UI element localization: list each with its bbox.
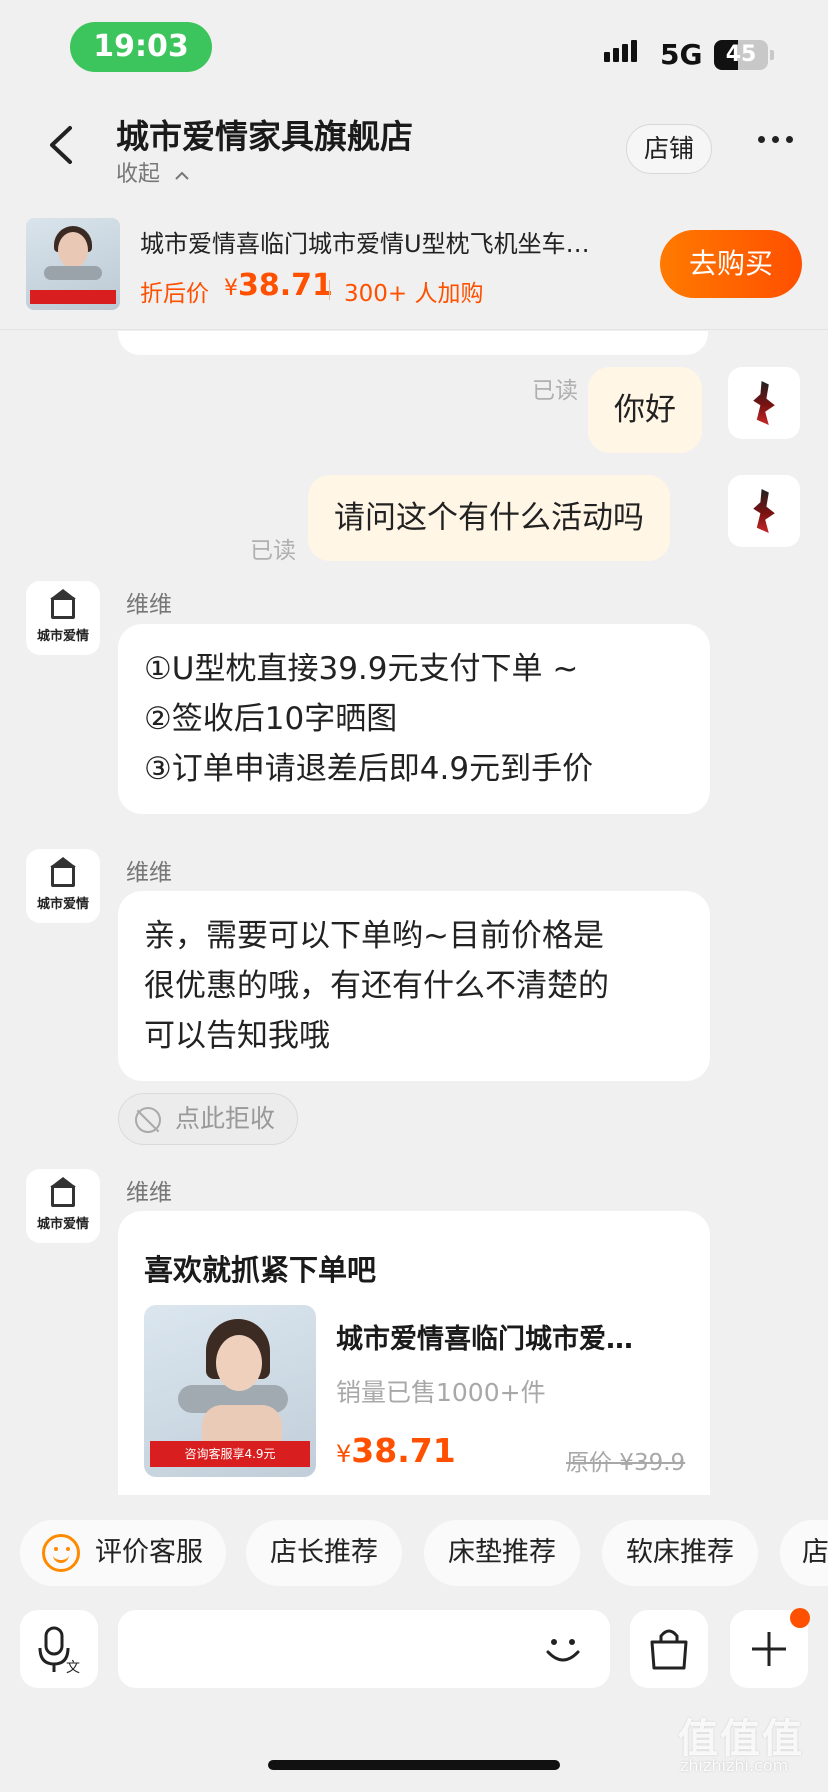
- cart-count: 300+ 人加购: [344, 281, 484, 307]
- shop-button[interactable]: 店铺: [626, 124, 712, 174]
- quick-reply-soft-bed[interactable]: 软床推荐: [602, 1520, 758, 1586]
- status-bar: 19:03 5G 45: [0, 0, 828, 96]
- message-line: 可以告知我哦: [144, 1018, 330, 1054]
- signal-icon: [604, 40, 637, 62]
- agent-name: 维维: [126, 1180, 172, 1206]
- price-label: 折后价: [140, 281, 209, 307]
- back-icon[interactable]: [40, 120, 84, 170]
- home-indicator[interactable]: [268, 1760, 560, 1770]
- agent-brand: 城市爱情: [36, 629, 89, 644]
- battery-icon: 45: [714, 40, 768, 70]
- product-name: 城市爱情喜临门城市爱情U型枕飞机坐车…: [140, 230, 590, 258]
- price-value: 38.71: [238, 268, 333, 303]
- user-avatar[interactable]: [728, 367, 800, 439]
- watermark-url: zhizhizhi.com: [680, 1756, 789, 1775]
- quick-replies: 评价客服 店长推荐 床垫推荐 软床推荐 店: [0, 1520, 828, 1586]
- chip-label: 评价客服: [95, 1537, 203, 1568]
- more-icon[interactable]: [758, 136, 793, 143]
- quick-reply-manager-picks[interactable]: 店长推荐: [246, 1520, 402, 1586]
- price-value: 38.71: [351, 1431, 456, 1470]
- message-line: ②签收后10字晒图: [144, 701, 398, 737]
- battery-level: 45: [725, 42, 757, 67]
- store-name[interactable]: 城市爱情家具旗舰店: [116, 110, 413, 158]
- outgoing-message[interactable]: 你好: [588, 367, 702, 453]
- agent-brand: 城市爱情: [36, 897, 89, 912]
- agent-name: 维维: [126, 592, 172, 618]
- user-avatar[interactable]: [728, 475, 800, 547]
- quick-reply-more[interactable]: 店: [780, 1520, 828, 1586]
- currency-symbol: ¥: [224, 276, 238, 301]
- read-status: 已读: [532, 378, 578, 404]
- card-sales: 销量已售1000+件: [336, 1378, 546, 1407]
- outgoing-message[interactable]: 请问这个有什么活动吗: [308, 475, 670, 561]
- original-price: 原价 ¥39.9: [566, 1450, 686, 1476]
- message-line: 亲，需要可以下单哟~目前价格是: [144, 918, 604, 954]
- agent-avatar[interactable]: 城市爱情: [26, 1169, 100, 1243]
- message-line: 很优惠的哦，有还有什么不清楚的: [144, 968, 609, 1004]
- agent-avatar[interactable]: 城市爱情: [26, 581, 100, 655]
- svg-text:文: 文: [66, 1660, 80, 1676]
- voice-input-icon[interactable]: 文: [20, 1610, 98, 1688]
- promo-banner: 咨询客服享4.9元: [150, 1441, 310, 1467]
- buy-button[interactable]: 去购买: [660, 230, 802, 298]
- message-line: ③订单申请退差后即4.9元到手价: [144, 751, 594, 787]
- status-time: 19:03: [70, 22, 212, 72]
- product-card[interactable]: 喜欢就抓紧下单吧 咨询客服享4.9元 城市爱情喜临门城市爱… 销量已售1000+…: [118, 1211, 710, 1495]
- block-icon: [135, 1107, 161, 1133]
- read-status: 已读: [250, 538, 296, 564]
- collapse-toggle[interactable]: 收起: [116, 156, 191, 188]
- network-type: 5G: [660, 38, 703, 71]
- emoji-icon[interactable]: [540, 1626, 586, 1672]
- card-price: ¥38.71: [336, 1431, 456, 1470]
- product-image[interactable]: 咨询客服享4.9元: [144, 1305, 316, 1477]
- agent-name: 维维: [126, 860, 172, 886]
- quick-reply-rate-service[interactable]: 评价客服: [20, 1520, 226, 1586]
- smile-icon: [42, 1534, 80, 1572]
- product-price: ¥38.71: [224, 268, 333, 303]
- incoming-message[interactable]: ①U型枕直接39.9元支付下单 ~ ②签收后10字晒图 ③订单申请退差后即4.9…: [118, 624, 710, 814]
- notification-dot: [790, 1608, 810, 1628]
- chevron-up-icon: [175, 171, 189, 180]
- battery-cap: [770, 50, 774, 60]
- shopping-bag-icon[interactable]: [630, 1610, 708, 1688]
- collapse-label: 收起: [116, 162, 161, 187]
- card-product-name: 城市爱情喜临门城市爱…: [336, 1324, 633, 1355]
- incoming-message[interactable]: 亲，需要可以下单哟~目前价格是 很优惠的哦，有还有什么不清楚的 可以告知我哦: [118, 891, 710, 1081]
- message-line: ①U型枕直接39.9元支付下单 ~: [144, 651, 579, 687]
- chat-header: 城市爱情家具旗舰店 收起 店铺: [0, 96, 828, 196]
- previous-message-bubble: [118, 331, 708, 355]
- agent-brand: 城市爱情: [36, 1217, 89, 1232]
- card-title: 喜欢就抓紧下单吧: [144, 1253, 377, 1287]
- agent-avatar[interactable]: 城市爱情: [26, 849, 100, 923]
- quick-reply-mattress[interactable]: 床垫推荐: [424, 1520, 580, 1586]
- product-banner[interactable]: 城市爱情喜临门城市爱情U型枕飞机坐车… 折后价 ¥38.71 300+ 人加购 …: [0, 200, 828, 330]
- more-actions-button[interactable]: [730, 1608, 810, 1688]
- input-bar: 文: [0, 1600, 828, 1696]
- reject-button[interactable]: 点此拒收: [118, 1093, 298, 1145]
- reject-label: 点此拒收: [175, 1104, 276, 1133]
- message-input[interactable]: [118, 1610, 610, 1688]
- divider: [329, 280, 330, 300]
- currency-symbol: ¥: [336, 1440, 352, 1468]
- product-thumbnail[interactable]: [26, 218, 120, 310]
- chat-area[interactable]: 已读 你好 已读 请问这个有什么活动吗 城市爱情 维维 ①U型枕直接39.9元支…: [0, 331, 828, 1495]
